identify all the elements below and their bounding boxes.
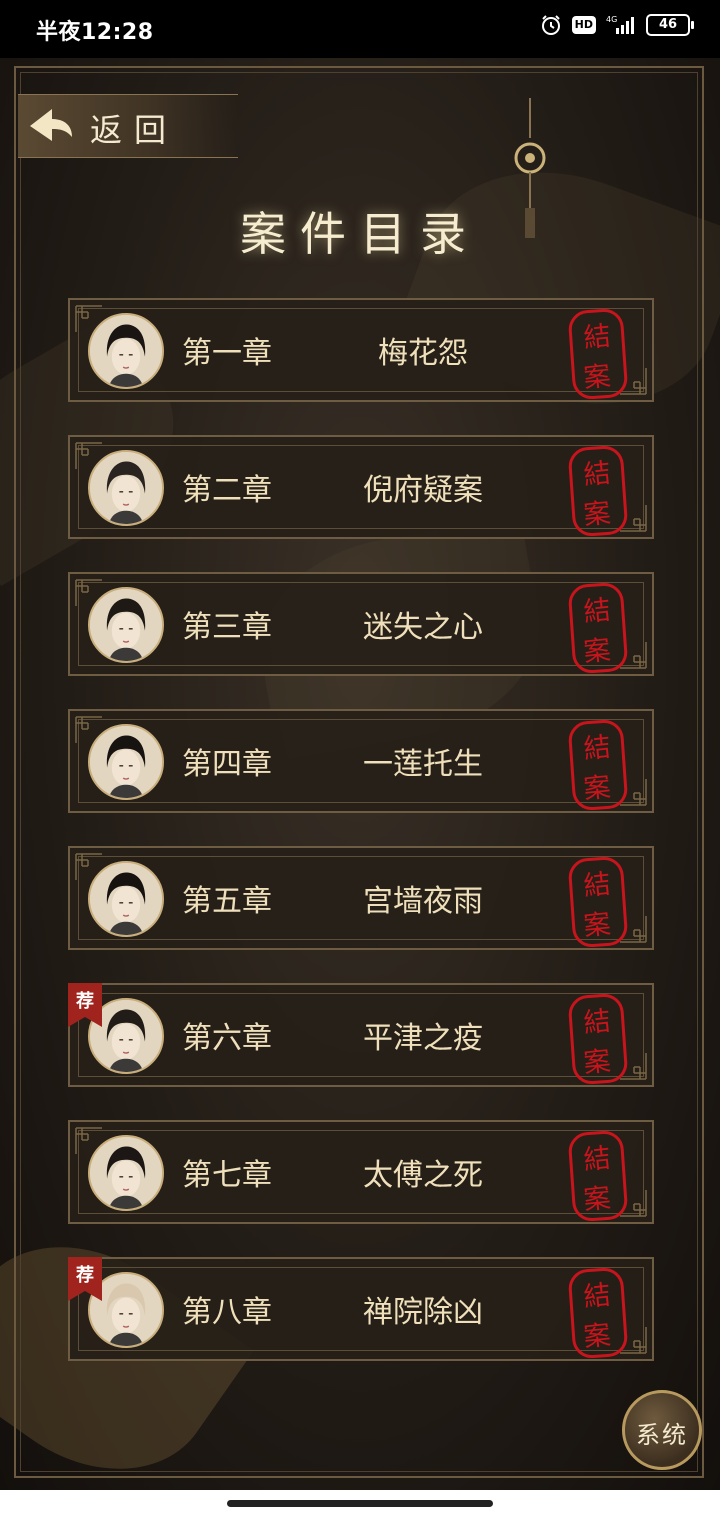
battery-indicator: 46: [646, 14, 694, 36]
case-closed-seal-icon: 結 案: [568, 994, 628, 1084]
seal-char-bottom: 案: [582, 361, 612, 395]
chapter-title: 太傅之死: [363, 1158, 483, 1193]
chapter-number: 第二章: [182, 473, 272, 508]
portrait-icon: [90, 726, 162, 798]
game-screen: 返回 案件目录 第一章 梅花怨 結 案 第二章 倪府疑案 結 案 第三章 迷失之…: [0, 58, 720, 1490]
chapter-number: 第三章: [182, 610, 272, 645]
seal-char-bottom: 案: [582, 1046, 612, 1080]
case-closed-seal-icon: 結 案: [568, 857, 628, 947]
seal-char-top: 結: [582, 321, 612, 355]
alarm-icon: [541, 15, 560, 35]
chapter-number: 第八章: [182, 1295, 272, 1330]
seal-char-top: 結: [582, 458, 612, 492]
character-avatar: [88, 1135, 164, 1211]
chapter-title: 禅院除凶: [363, 1295, 483, 1330]
character-avatar: [88, 313, 164, 389]
chapter-title: 倪府疑案: [363, 473, 483, 508]
seal-char-bottom: 案: [582, 1183, 612, 1217]
portrait-icon: [90, 589, 162, 661]
recommended-badge: 荐: [68, 983, 102, 1027]
portrait-icon: [90, 1137, 162, 1209]
chapter-card[interactable]: 第六章 平津之疫 結 案 荐: [68, 983, 654, 1087]
status-time: 半夜12:28: [36, 20, 154, 45]
seal-char-bottom: 案: [582, 772, 612, 806]
chapter-card[interactable]: 第三章 迷失之心 結 案: [68, 572, 654, 676]
recommended-label: 荐: [76, 991, 94, 1012]
back-arrow-icon: [30, 109, 72, 141]
portrait-icon: [90, 452, 162, 524]
hd-icon: HD: [571, 16, 596, 34]
seal-char-bottom: 案: [582, 635, 612, 669]
navigation-bar: [0, 1490, 720, 1520]
recommended-badge: 荐: [68, 1257, 102, 1301]
chapter-number: 第一章: [182, 336, 272, 371]
chapter-title: 平津之疫: [363, 1021, 483, 1056]
character-avatar: [88, 450, 164, 526]
system-label: 系统: [636, 1421, 688, 1449]
network-type-label: 4G: [606, 15, 617, 24]
chapter-card[interactable]: 第四章 一莲托生 結 案: [68, 709, 654, 813]
chapter-title: 宫墙夜雨: [363, 884, 483, 919]
seal-char-top: 結: [582, 1280, 612, 1314]
chapter-card[interactable]: 第五章 宫墙夜雨 結 案: [68, 846, 654, 950]
seal-char-top: 結: [582, 732, 612, 766]
chapter-title: 迷失之心: [363, 610, 483, 645]
chapter-number: 第七章: [182, 1158, 272, 1193]
portrait-icon: [90, 863, 162, 935]
chapter-number: 第四章: [182, 747, 272, 782]
signal-icon: 4G: [606, 15, 634, 34]
back-label: 返回: [90, 111, 179, 149]
seal-char-top: 結: [582, 869, 612, 903]
chapter-number: 第六章: [182, 1021, 272, 1056]
case-closed-seal-icon: 結 案: [568, 583, 628, 673]
case-closed-seal-icon: 結 案: [568, 1131, 628, 1221]
seal-char-bottom: 案: [582, 909, 612, 943]
status-bar: 半夜12:28 HD 4G 46: [0, 0, 720, 58]
chapter-title: 一莲托生: [363, 747, 483, 782]
chapter-card[interactable]: 第七章 太傅之死 結 案: [68, 1120, 654, 1224]
page-title: 案件目录: [240, 207, 480, 261]
status-icons: HD 4G 46: [540, 14, 694, 36]
case-closed-seal-icon: 結 案: [568, 446, 628, 536]
recommended-label: 荐: [76, 1265, 94, 1286]
chapter-title: 梅花怨: [378, 336, 468, 371]
chapter-card[interactable]: 第八章 禅院除凶 結 案 荐: [68, 1257, 654, 1361]
character-avatar: [88, 861, 164, 937]
seal-char-top: 結: [582, 1006, 612, 1040]
chapter-card[interactable]: 第一章 梅花怨 結 案: [68, 298, 654, 402]
seal-char-bottom: 案: [582, 1320, 612, 1354]
seal-char-bottom: 案: [582, 498, 612, 532]
case-closed-seal-icon: 結 案: [568, 309, 628, 399]
chapter-number: 第五章: [182, 884, 272, 919]
back-button[interactable]: 返回: [18, 94, 238, 158]
case-closed-seal-icon: 結 案: [568, 720, 628, 810]
portrait-icon: [90, 315, 162, 387]
seal-char-top: 結: [582, 595, 612, 629]
character-avatar: [88, 724, 164, 800]
seal-char-top: 結: [582, 1143, 612, 1177]
case-closed-seal-icon: 結 案: [568, 1268, 628, 1358]
system-button[interactable]: 系统: [622, 1390, 702, 1470]
home-indicator[interactable]: [227, 1500, 493, 1507]
character-avatar: [88, 587, 164, 663]
chapter-card[interactable]: 第二章 倪府疑案 結 案: [68, 435, 654, 539]
